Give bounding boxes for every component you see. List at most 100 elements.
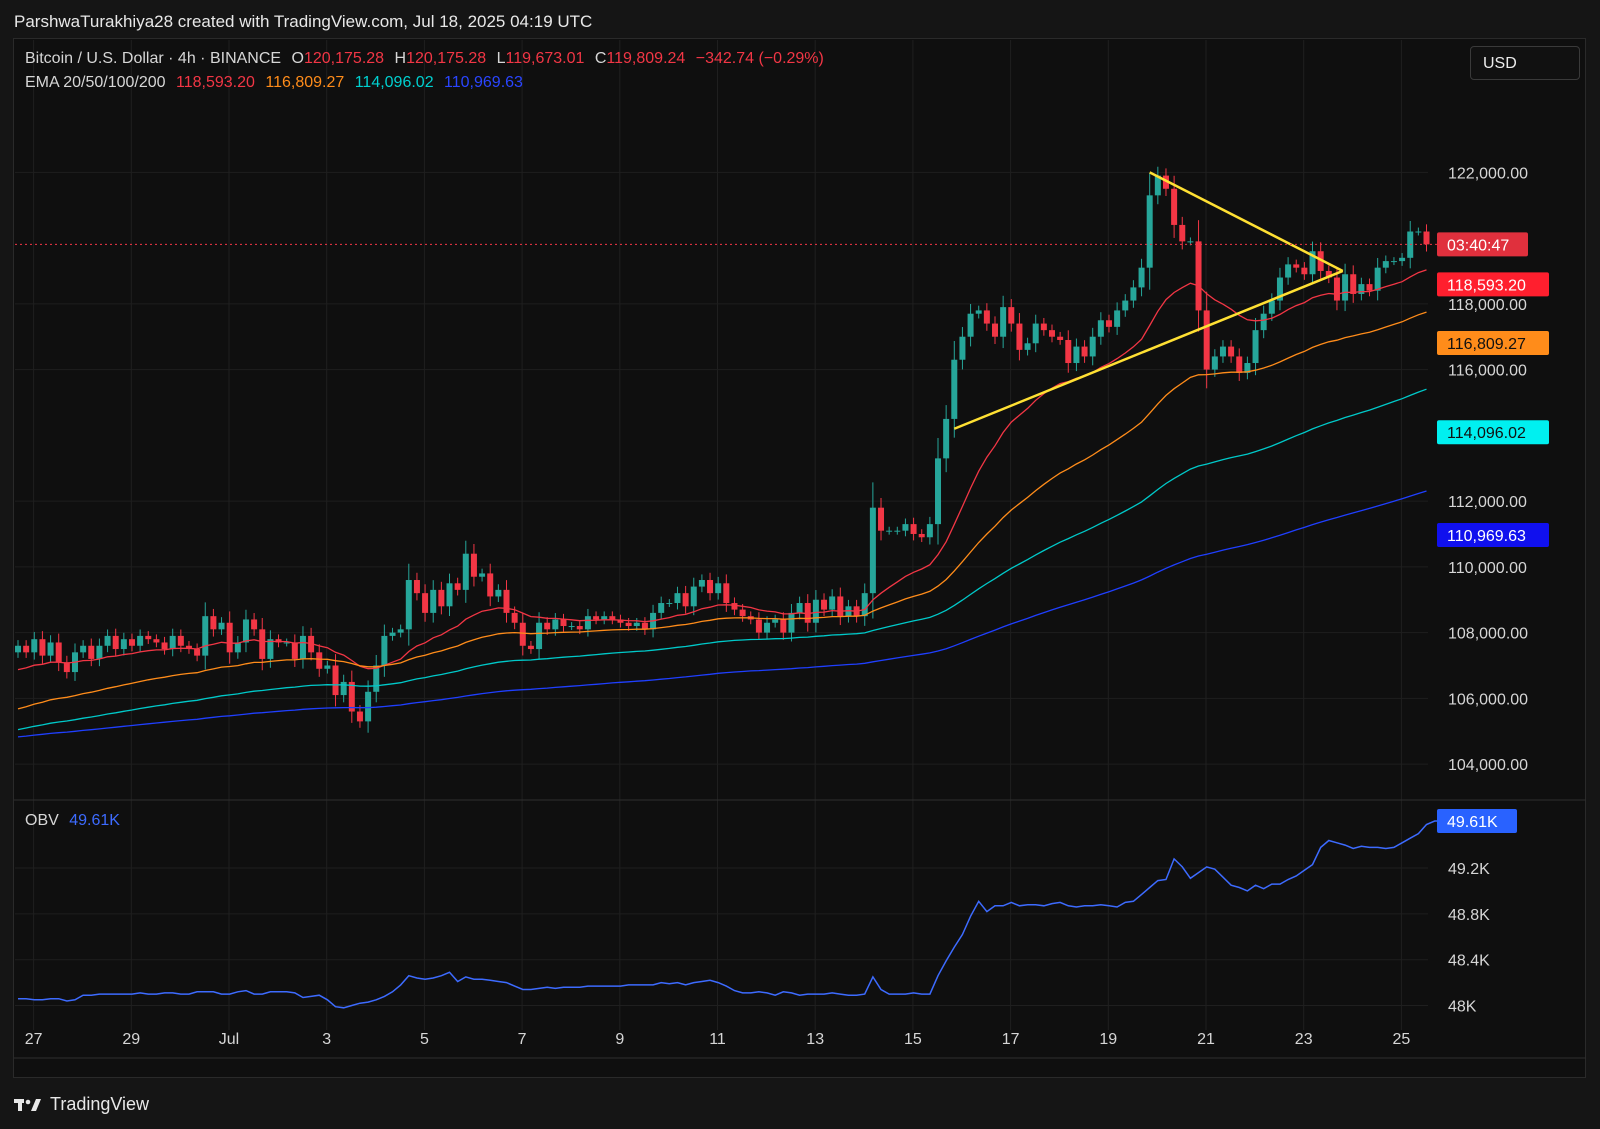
price-tick-label: 110,000.00 — [1448, 560, 1527, 577]
candle-body — [975, 310, 982, 314]
ema100-value: 114,096.02 — [354, 74, 434, 91]
candle-body — [1105, 320, 1112, 327]
ema50-tag-text: 116,809.27 — [1447, 336, 1526, 353]
candle-body — [405, 580, 412, 630]
candle-body — [234, 642, 241, 653]
candle-body — [584, 616, 591, 630]
time-tick-label: 17 — [1002, 1031, 1020, 1048]
candle — [731, 597, 738, 616]
candle-body — [39, 639, 46, 656]
symbol-title[interactable]: Bitcoin / U.S. Dollar · 4h · BINANCE — [25, 50, 281, 67]
candle — [446, 573, 453, 617]
candle — [1260, 305, 1267, 339]
candle-body — [723, 583, 730, 604]
candle-body — [470, 553, 477, 577]
candle-body — [780, 619, 787, 633]
candle-body — [1268, 300, 1275, 314]
candle — [389, 627, 396, 641]
candle — [1081, 340, 1088, 363]
candle — [161, 636, 168, 655]
obv-value-tag: 49.61K — [1437, 809, 1517, 834]
candle — [812, 590, 819, 633]
candle-body — [576, 626, 583, 630]
candle — [666, 599, 673, 607]
candle — [1048, 324, 1055, 343]
candle — [1211, 349, 1218, 377]
candle-body — [886, 530, 893, 532]
candle — [926, 516, 933, 545]
candle — [992, 316, 998, 344]
candle-body — [935, 458, 942, 525]
candle-body — [23, 645, 30, 653]
candle-body — [365, 691, 372, 722]
candle-body — [764, 622, 771, 633]
currency-button[interactable]: USD — [1470, 46, 1580, 80]
ema-label[interactable]: EMA 20/50/100/200 — [25, 74, 166, 91]
ema20-value: 118,593.20 — [176, 74, 255, 91]
candle — [1089, 327, 1096, 366]
candle-body — [1342, 274, 1349, 301]
stage: ParshwaTurakhiya28 created with TradingV… — [0, 0, 1600, 1129]
candle-body — [299, 635, 306, 659]
candle-body — [943, 418, 950, 459]
candle — [96, 638, 103, 667]
candle-body — [1252, 330, 1259, 364]
obv-tick-label: 49.2K — [1448, 861, 1490, 878]
candle — [983, 303, 990, 331]
candle-body — [267, 639, 274, 659]
time-tick-label: 5 — [420, 1031, 429, 1048]
candle-body — [861, 593, 868, 617]
candle — [324, 660, 331, 674]
candle — [1236, 348, 1243, 381]
candle — [1097, 312, 1104, 345]
obv-label[interactable]: OBV — [25, 812, 59, 829]
candle-body — [568, 626, 575, 628]
candle — [185, 640, 192, 654]
candle-body — [503, 589, 510, 613]
candle — [356, 705, 363, 728]
candle-body — [894, 530, 901, 532]
candle-body — [796, 603, 803, 613]
candle — [1065, 330, 1072, 373]
candle — [682, 585, 689, 614]
candle — [698, 574, 705, 593]
candle — [1399, 253, 1406, 266]
candle — [373, 654, 380, 703]
candle — [536, 612, 543, 660]
candle-body — [674, 593, 681, 604]
candle-body — [1382, 261, 1389, 268]
time-tick-label: 27 — [25, 1031, 43, 1048]
candle-body — [511, 612, 518, 623]
candle-body — [967, 313, 974, 337]
candle — [878, 497, 885, 541]
candle-body — [1219, 346, 1226, 357]
candle — [1195, 220, 1202, 332]
candle — [1073, 338, 1080, 372]
candle-body — [177, 635, 184, 646]
candle-body — [251, 619, 258, 630]
candle — [829, 589, 836, 617]
time-tick-label: 7 — [518, 1031, 527, 1048]
candle — [894, 526, 901, 535]
ema100-tag-text: 114,096.02 — [1447, 425, 1526, 442]
close-value: 119,809.24 — [606, 50, 686, 67]
ohlc-legend: Bitcoin / U.S. Dollar · 4h · BINANCE O12… — [25, 50, 830, 68]
candle — [1374, 257, 1381, 301]
candle-body — [560, 619, 567, 627]
candle — [487, 563, 494, 607]
candle-body — [1374, 267, 1381, 291]
candle-body — [593, 616, 600, 620]
time-tick-label: 3 — [322, 1031, 331, 1048]
time-tick-label: 13 — [806, 1031, 824, 1048]
candle-body — [194, 649, 201, 656]
high-value: 120,175.28 — [406, 50, 487, 67]
candle — [796, 596, 803, 620]
candle — [658, 596, 665, 620]
candle-body — [137, 635, 144, 646]
ema200-value: 110,969.63 — [444, 74, 523, 91]
chart-svg[interactable]: 122,000.00 118,000.00 116,000.00 112,000.00… — [0, 0, 1600, 1129]
countdown-tag: 03:40:47 — [1437, 232, 1528, 257]
candle — [430, 580, 437, 623]
candle-body — [169, 635, 176, 650]
candle-body — [1285, 264, 1292, 278]
